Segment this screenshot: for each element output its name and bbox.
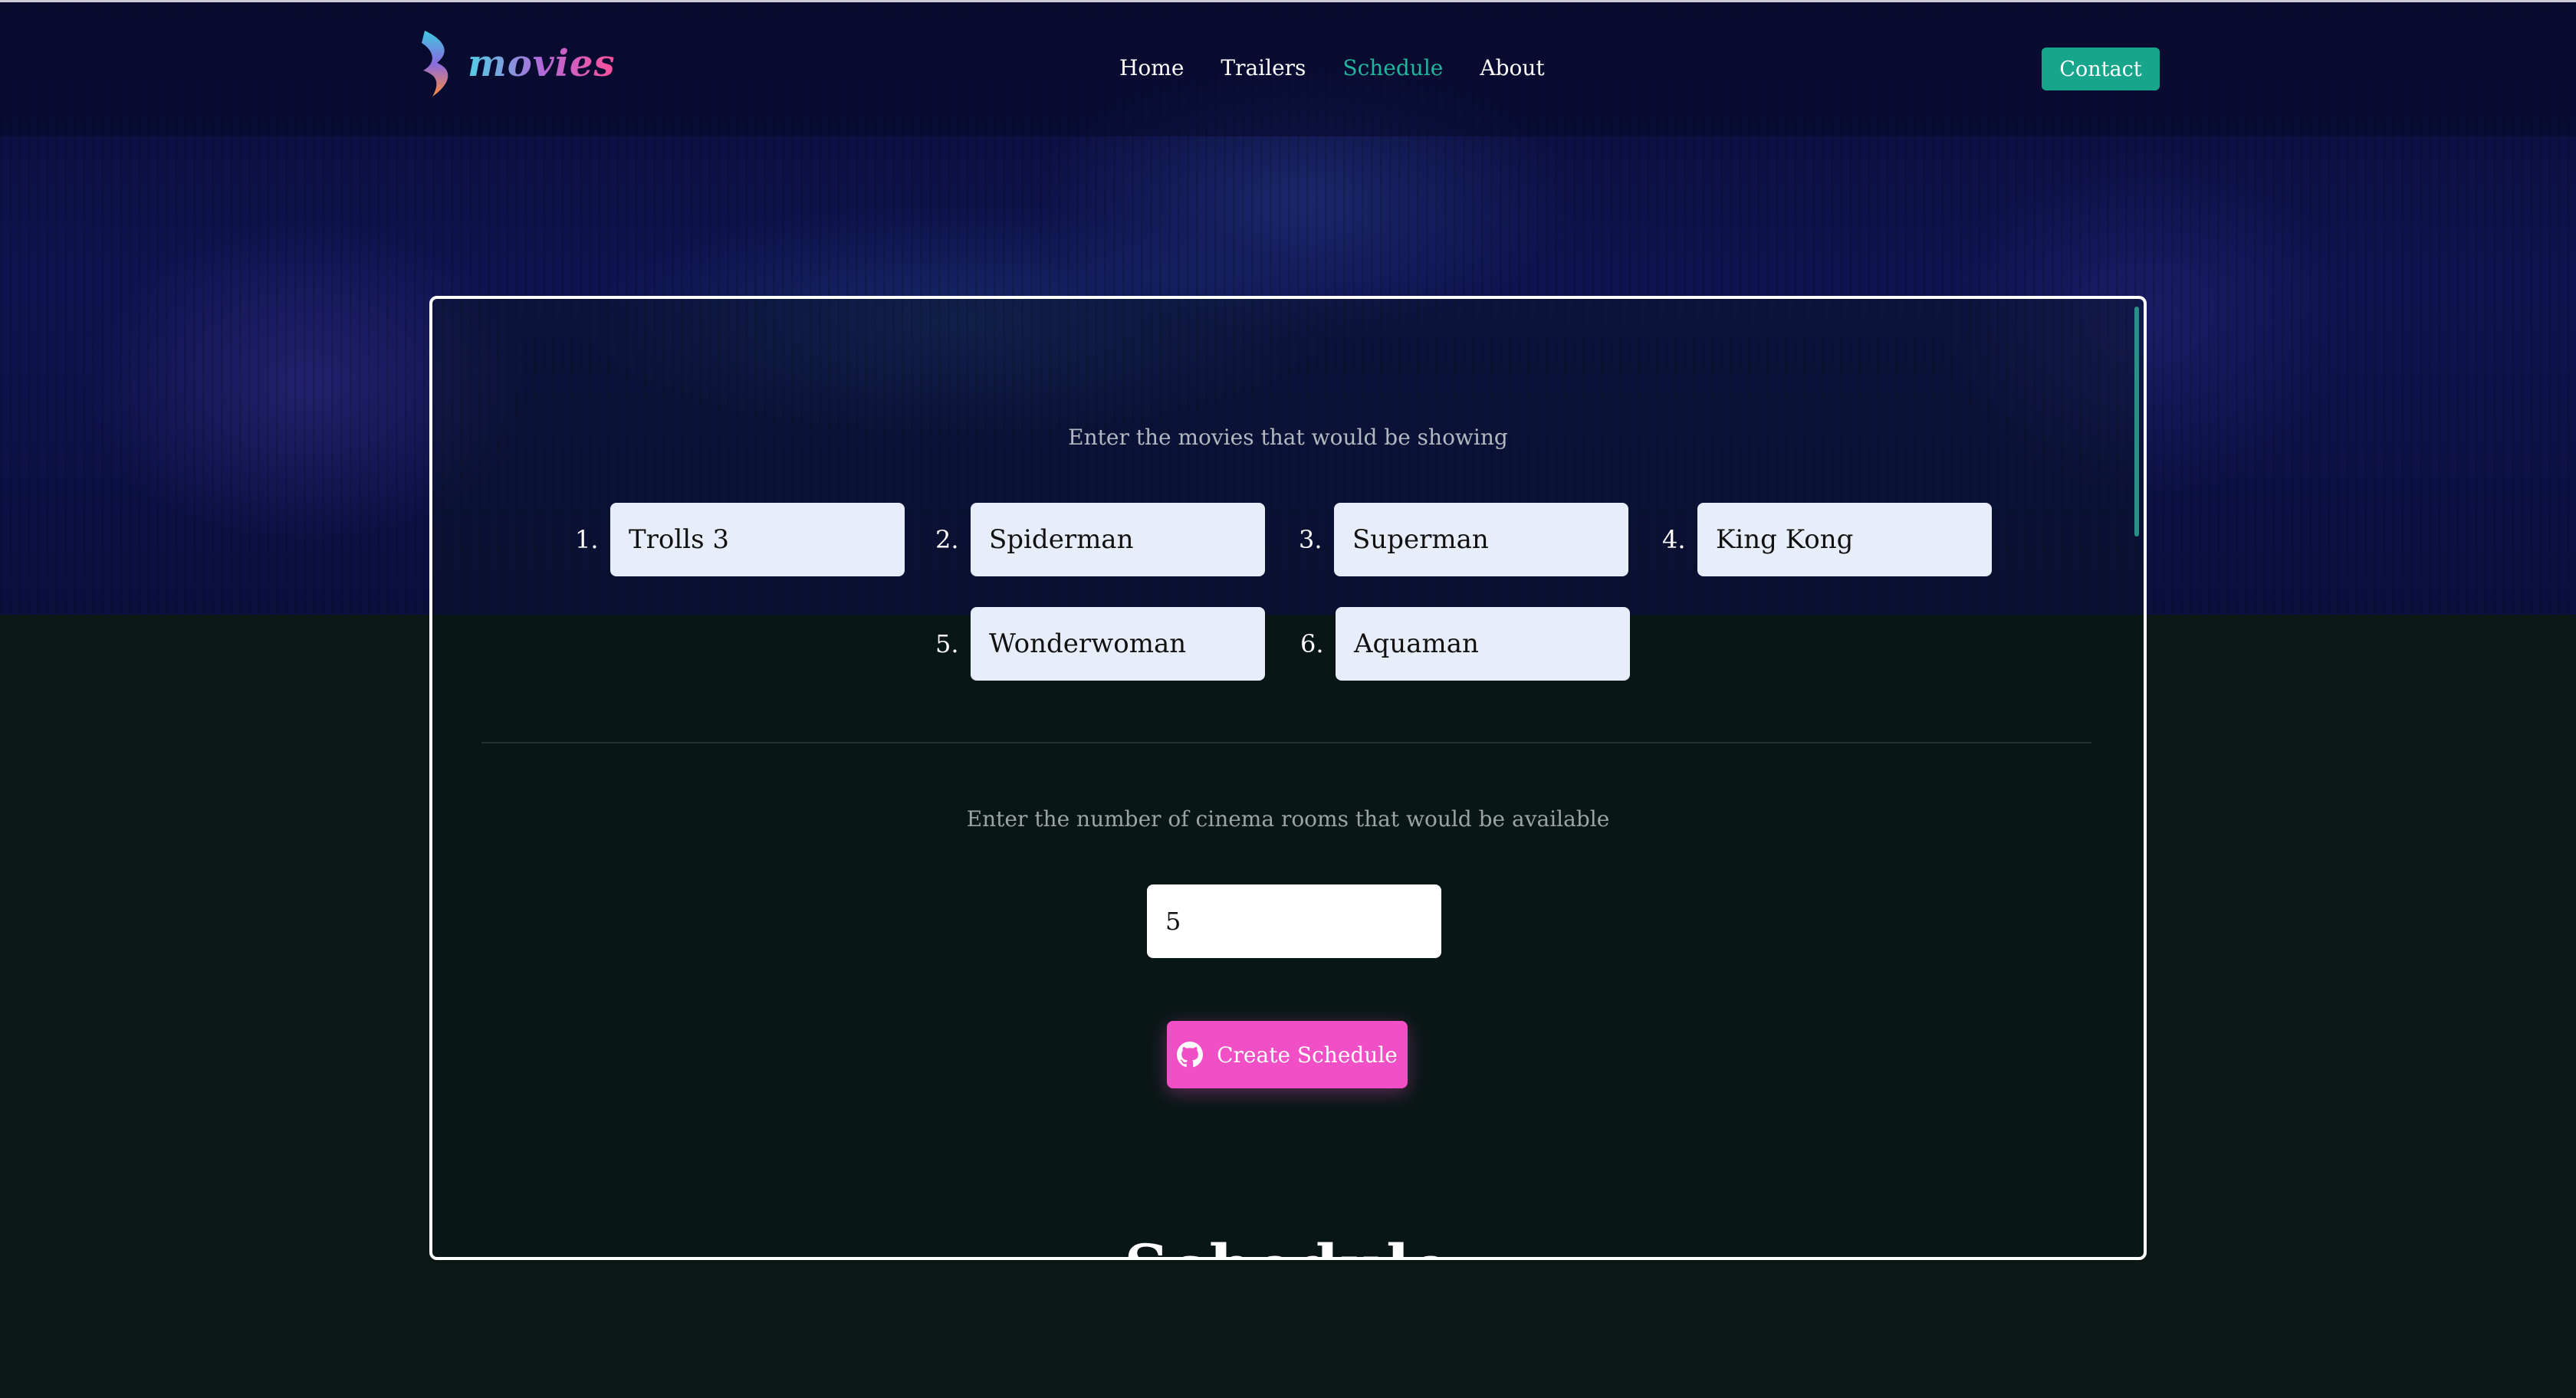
top-border [0,0,2576,2]
create-schedule-button[interactable]: Create Schedule [1167,1021,1408,1088]
schedule-form-card: Enter the movies that would be showing 1… [429,296,2147,1260]
main-nav: Home Trailers Schedule About [1119,55,1545,80]
nav-about[interactable]: About [1480,55,1544,80]
logo-text: movies [468,42,616,85]
contact-button[interactable]: Contact [2042,48,2160,90]
rooms-input[interactable]: 5 [1147,884,1441,958]
logo-flame-icon [422,31,449,97]
movie-input-6[interactable]: Aquaman [1336,607,1630,681]
movie-number: 6. [1300,629,1324,658]
create-schedule-label: Create Schedule [1217,1042,1398,1068]
schedule-heading: Schedule [432,1231,2144,1257]
github-icon [1177,1042,1204,1068]
movie-number: 5. [935,629,959,658]
nav-schedule[interactable]: Schedule [1342,55,1443,80]
movie-number: 4. [1662,525,1686,554]
scrollbar[interactable] [2134,307,2139,537]
movie-input-4[interactable]: King Kong [1697,503,1992,576]
movie-entry: 3. Superman [1299,503,1628,576]
movie-number: 2. [935,525,959,554]
nav-home[interactable]: Home [1119,55,1184,80]
movies-prompt: Enter the movies that would be showing [1068,425,1508,450]
rooms-prompt: Enter the number of cinema rooms that wo… [966,806,1610,832]
movie-number: 3. [1299,525,1322,554]
movie-entry: 2. Spiderman [935,503,1265,576]
logo[interactable]: movies [414,29,616,98]
section-divider [481,742,2091,743]
movie-entry: 1. Trolls 3 [575,503,905,576]
movie-input-2[interactable]: Spiderman [971,503,1265,576]
movie-input-5[interactable]: Wonderwoman [971,607,1265,681]
movie-input-1[interactable]: Trolls 3 [610,503,905,576]
movie-entry: 4. King Kong [1662,503,1992,576]
movie-number: 1. [575,525,599,554]
movie-entry: 6. Aquaman [1300,607,1630,681]
movie-entry: 5. Wonderwoman [935,607,1265,681]
movie-input-3[interactable]: Superman [1334,503,1628,576]
nav-trailers[interactable]: Trailers [1221,55,1306,80]
